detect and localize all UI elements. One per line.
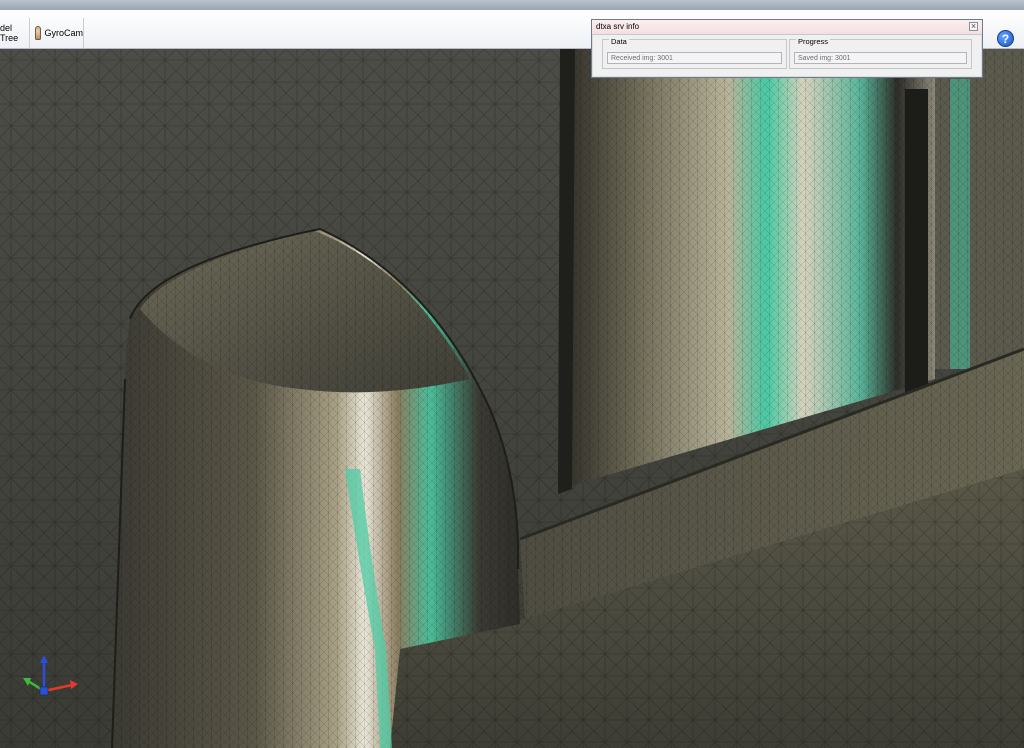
help-button[interactable]: ?: [997, 30, 1014, 47]
3d-viewport[interactable]: [0, 49, 1024, 748]
progress-group-label: Progress: [796, 37, 831, 46]
gyrocam-icon: [35, 26, 42, 40]
mesh-render: [0, 49, 1024, 748]
dtxa-srv-info-panel: dtxa srv info ⨯ Data Received img: 3001 …: [591, 19, 983, 78]
data-group-label: Data: [609, 37, 629, 46]
tab-model-tree-label: del Tree: [0, 23, 19, 43]
received-img-field: Received img: 3001: [607, 52, 782, 64]
close-icon[interactable]: ⨯: [969, 22, 978, 31]
tab-model-tree[interactable]: del Tree: [0, 18, 30, 48]
progress-group: Progress Saved img: 3001: [789, 37, 972, 69]
panel-title: dtxa srv info: [596, 22, 640, 31]
panel-title-bar[interactable]: dtxa srv info ⨯: [592, 20, 982, 35]
data-group: Data Received img: 3001: [602, 37, 787, 69]
tab-gyrocam-label: GyroCam: [44, 28, 83, 38]
saved-img-field: Saved img: 3001: [794, 52, 967, 64]
tab-gyrocam[interactable]: GyroCam: [31, 18, 84, 48]
